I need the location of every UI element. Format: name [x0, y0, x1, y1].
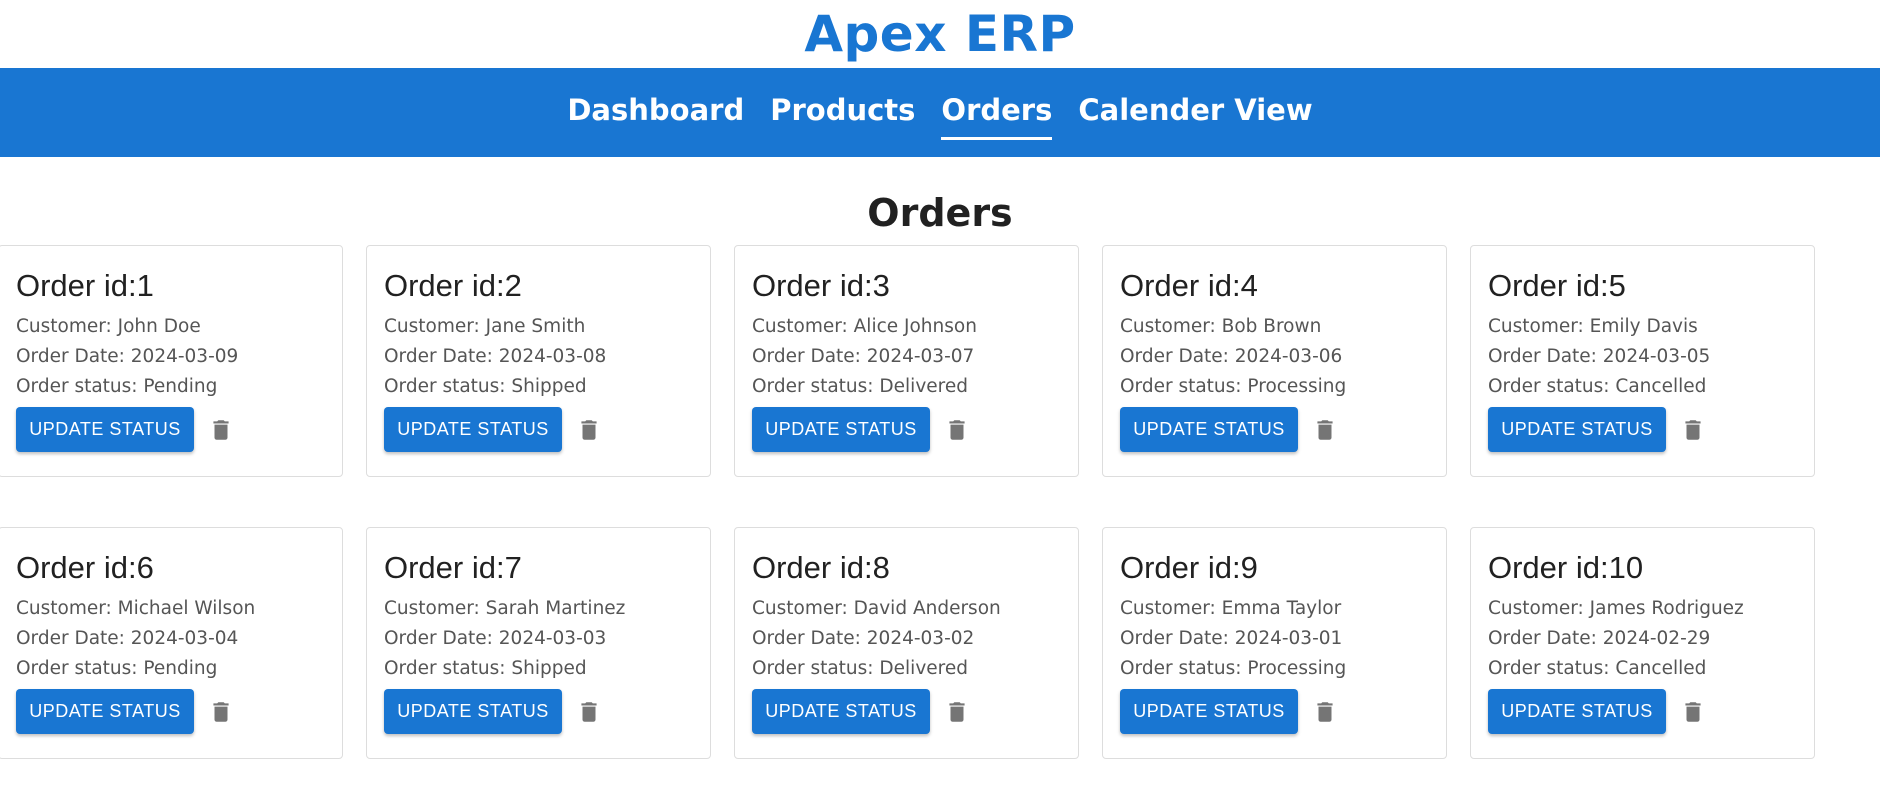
order-status: Order status: Processing: [1120, 376, 1347, 397]
order-actions: UPDATE STATUS: [16, 407, 342, 452]
order-customer: Customer: Emily Davis: [1488, 316, 1698, 337]
nav-orders[interactable]: Orders: [941, 85, 1053, 140]
order-actions: UPDATE STATUS: [752, 407, 1078, 452]
order-status: Order status: Shipped: [384, 658, 587, 679]
order-actions: UPDATE STATUS: [1488, 689, 1814, 734]
order-card: Order id:10 Customer: James Rodriguez Orde…: [1470, 527, 1815, 759]
nav-calender-view[interactable]: Calender View: [1078, 85, 1312, 140]
trash-icon[interactable]: [944, 415, 970, 445]
order-status: Order status: Pending: [16, 376, 218, 397]
trash-icon[interactable]: [1680, 697, 1706, 727]
order-date: Order Date: 2024-03-08: [384, 346, 607, 367]
order-card: Order id:3 Customer: Alice Johnson Order D…: [734, 245, 1079, 477]
order-customer: Customer: Bob Brown: [1120, 316, 1322, 337]
order-date: Order Date: 2024-03-01: [1120, 628, 1343, 649]
update-status-button[interactable]: UPDATE STATUS: [1488, 689, 1666, 734]
nav-products[interactable]: Products: [770, 85, 915, 140]
order-status: Order status: Cancelled: [1488, 376, 1707, 397]
order-id: Order id:6: [16, 550, 154, 585]
order-customer: Customer: John Doe: [16, 316, 201, 337]
trash-icon[interactable]: [208, 415, 234, 445]
order-actions: UPDATE STATUS: [1488, 407, 1814, 452]
order-id: Order id:1: [16, 268, 154, 303]
order-customer: Customer: James Rodriguez: [1488, 598, 1744, 619]
order-actions: UPDATE STATUS: [16, 689, 342, 734]
order-date: Order Date: 2024-03-07: [752, 346, 975, 367]
order-card: Order id:6 Customer: Michael Wilson Order …: [0, 527, 343, 759]
order-status: Order status: Delivered: [752, 658, 968, 679]
order-id: Order id:9: [1120, 550, 1258, 585]
order-status: Order status: Cancelled: [1488, 658, 1707, 679]
update-status-button[interactable]: UPDATE STATUS: [752, 407, 930, 452]
order-id: Order id:2: [384, 268, 522, 303]
order-id: Order id:5: [1488, 268, 1626, 303]
order-customer: Customer: Michael Wilson: [16, 598, 256, 619]
order-card: Order id:9 Customer: Emma Taylor Order Dat…: [1102, 527, 1447, 759]
order-date: Order Date: 2024-03-09: [16, 346, 239, 367]
order-card: Order id:5 Customer: Emily Davis Order Dat…: [1470, 245, 1815, 477]
order-customer: Customer: Emma Taylor: [1120, 598, 1342, 619]
order-date: Order Date: 2024-03-03: [384, 628, 607, 649]
main-nav: Dashboard Products Orders Calender View: [0, 68, 1880, 157]
order-date: Order Date: 2024-02-29: [1488, 628, 1711, 649]
order-id: Order id:7: [384, 550, 522, 585]
order-status: Order status: Delivered: [752, 376, 968, 397]
trash-icon[interactable]: [208, 697, 234, 727]
update-status-button[interactable]: UPDATE STATUS: [384, 407, 562, 452]
trash-icon[interactable]: [576, 697, 602, 727]
order-status: Order status: Processing: [1120, 658, 1347, 679]
order-card: Order id:1 Customer: John Doe Order Date: …: [0, 245, 343, 477]
trash-icon[interactable]: [1312, 415, 1338, 445]
update-status-button[interactable]: UPDATE STATUS: [1120, 407, 1298, 452]
order-actions: UPDATE STATUS: [384, 689, 710, 734]
page-title: Orders: [867, 191, 1013, 235]
order-actions: UPDATE STATUS: [1120, 689, 1446, 734]
order-actions: UPDATE STATUS: [752, 689, 1078, 734]
order-id: Order id:10: [1488, 550, 1644, 585]
trash-icon[interactable]: [944, 697, 970, 727]
order-id: Order id:3: [752, 268, 890, 303]
update-status-button[interactable]: UPDATE STATUS: [752, 689, 930, 734]
trash-icon[interactable]: [1680, 415, 1706, 445]
order-status: Order status: Pending: [16, 658, 218, 679]
update-status-button[interactable]: UPDATE STATUS: [1488, 407, 1666, 452]
order-card: Order id:8 Customer: David Anderson Order …: [734, 527, 1079, 759]
update-status-button[interactable]: UPDATE STATUS: [16, 689, 194, 734]
order-customer: Customer: Sarah Martinez: [384, 598, 626, 619]
update-status-button[interactable]: UPDATE STATUS: [384, 689, 562, 734]
order-card: Order id:4 Customer: Bob Brown Order Date:…: [1102, 245, 1447, 477]
update-status-button[interactable]: UPDATE STATUS: [1120, 689, 1298, 734]
order-status: Order status: Shipped: [384, 376, 587, 397]
order-date: Order Date: 2024-03-05: [1488, 346, 1711, 367]
order-card: Order id:2 Customer: Jane Smith Order Date…: [366, 245, 711, 477]
nav-dashboard[interactable]: Dashboard: [567, 85, 744, 140]
app-title: Apex ERP: [804, 5, 1076, 63]
order-id: Order id:8: [752, 550, 890, 585]
order-id: Order id:4: [1120, 268, 1258, 303]
order-customer: Customer: David Anderson: [752, 598, 1001, 619]
order-date: Order Date: 2024-03-04: [16, 628, 239, 649]
order-card: Order id:7 Customer: Sarah Martinez Order …: [366, 527, 711, 759]
order-date: Order Date: 2024-03-02: [752, 628, 975, 649]
app-header: Apex ERP Dashboard Products Orders Calen…: [0, 0, 1880, 157]
trash-icon[interactable]: [1312, 697, 1338, 727]
order-actions: UPDATE STATUS: [384, 407, 710, 452]
order-actions: UPDATE STATUS: [1120, 407, 1446, 452]
order-date: Order Date: 2024-03-06: [1120, 346, 1343, 367]
trash-icon[interactable]: [576, 415, 602, 445]
update-status-button[interactable]: UPDATE STATUS: [16, 407, 194, 452]
order-customer: Customer: Alice Johnson: [752, 316, 977, 337]
order-customer: Customer: Jane Smith: [384, 316, 586, 337]
